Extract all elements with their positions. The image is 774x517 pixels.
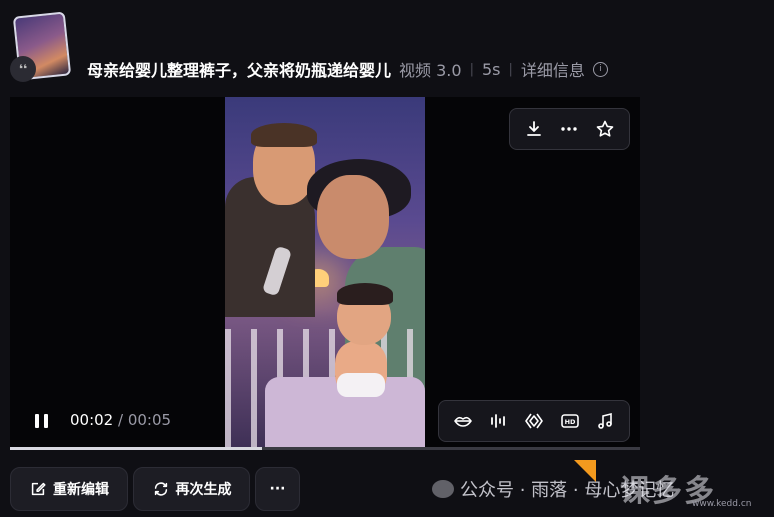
progress-bar[interactable] xyxy=(10,447,640,450)
info-icon[interactable]: i xyxy=(592,61,608,77)
download-icon[interactable] xyxy=(522,117,546,141)
baby-hair xyxy=(337,283,393,305)
hd-icon[interactable]: HD xyxy=(558,409,582,433)
more-actions-label: ··· xyxy=(269,481,286,497)
edit-icon xyxy=(31,482,46,496)
baby-diaper xyxy=(337,373,385,397)
video-frame xyxy=(225,97,425,450)
progress-fill xyxy=(10,447,262,450)
lip-sync-icon[interactable] xyxy=(451,409,475,433)
svg-text:HD: HD xyxy=(564,418,575,426)
pause-icon xyxy=(43,414,48,428)
quote-badge: ❛❛ xyxy=(10,56,36,82)
reedit-button[interactable]: 重新编辑 xyxy=(10,467,128,511)
divider: | xyxy=(508,61,513,77)
video-player[interactable]: 00:02 / 00:05 HD xyxy=(10,97,640,450)
pause-button[interactable] xyxy=(32,414,50,430)
total-time: 00:05 xyxy=(127,411,172,429)
video-title: 母亲给婴儿整理裤子，父亲将奶瓶递给婴儿 xyxy=(87,61,392,80)
top-toolbar xyxy=(509,108,630,150)
father-hair xyxy=(251,123,317,147)
star-icon[interactable] xyxy=(593,117,617,141)
pause-icon xyxy=(34,414,39,428)
duration-label: 5s xyxy=(481,59,501,79)
more-icon[interactable] xyxy=(557,117,581,141)
time-separator: / xyxy=(113,411,128,429)
wechat-icon xyxy=(432,480,454,498)
more-actions-button[interactable]: ··· xyxy=(255,467,300,511)
time-display: 00:02 / 00:05 xyxy=(70,411,171,429)
kedd-mark-icon xyxy=(574,460,596,482)
current-time: 00:02 xyxy=(70,411,114,429)
bottom-toolbar: HD xyxy=(438,400,630,442)
regenerate-button[interactable]: 再次生成 xyxy=(133,467,250,511)
kedd-logo: 课多多 www.kedd.cn xyxy=(574,458,774,517)
audio-wave-icon[interactable] xyxy=(486,409,510,433)
title-row: 母亲给婴儿整理裤子，父亲将奶瓶递给婴儿 视频 3.0 | 5s | 详细信息 i xyxy=(87,57,608,81)
refresh-icon xyxy=(154,482,167,496)
model-label: 视频 3.0 xyxy=(399,61,462,80)
mother-head xyxy=(317,175,389,259)
frames-icon[interactable] xyxy=(522,409,546,433)
details-link[interactable]: 详细信息 xyxy=(521,57,585,81)
divider: | xyxy=(469,61,474,77)
reedit-label: 重新编辑 xyxy=(53,482,109,498)
kedd-url: www.kedd.cn xyxy=(692,499,752,509)
regenerate-label: 再次生成 xyxy=(175,482,232,498)
music-icon[interactable] xyxy=(593,409,617,433)
